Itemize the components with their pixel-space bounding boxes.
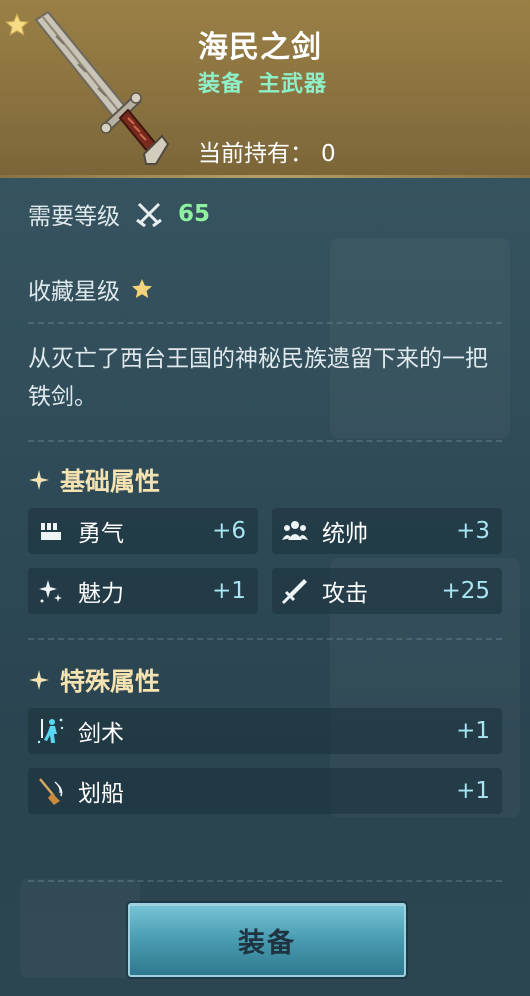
favorite-star-icon[interactable] xyxy=(4,12,30,38)
skill-name: 划船 xyxy=(78,781,124,807)
skill-value: +1 xyxy=(456,718,490,744)
attribute-name: 统帅 xyxy=(322,521,368,547)
held-count: 当前持有： 0 xyxy=(198,134,336,168)
charm-icon xyxy=(39,580,62,603)
divider xyxy=(28,880,502,882)
attribute-row-leadership: 统帅 +3 xyxy=(272,508,502,554)
item-category: 装备 xyxy=(198,72,245,97)
required-level-value: 65 xyxy=(178,201,211,227)
attribute-value: +6 xyxy=(212,518,246,544)
attribute-value: +3 xyxy=(456,518,490,544)
special-attributes-label: 特殊属性 xyxy=(60,667,161,696)
attribute-name: 勇气 xyxy=(78,521,124,547)
attribute-row-courage: 勇气 +6 xyxy=(28,508,258,554)
skill-value: +1 xyxy=(456,778,490,804)
basic-attributes-title: 基础属性 xyxy=(28,462,160,498)
attribute-name: 魅力 xyxy=(78,581,124,607)
item-header: 海民之剑 装备 主武器 当前持有： 0 xyxy=(0,0,530,178)
basic-attributes-label: 基础属性 xyxy=(60,467,161,496)
divider xyxy=(28,322,502,324)
courage-icon xyxy=(41,523,61,540)
collection-stars-row: 收藏星级 xyxy=(28,272,154,306)
crossed-swords-icon xyxy=(136,202,162,228)
item-description: 从灭亡了西台王国的神秘民族遗留下来的一把铁剑。 xyxy=(28,346,488,410)
skill-row-rowing: 划船 +1 xyxy=(28,768,502,814)
rowing-oar-icon xyxy=(39,778,63,805)
attribute-value: +1 xyxy=(212,578,246,604)
required-level-label: 需要等级 xyxy=(28,204,120,230)
swordsmanship-icon xyxy=(37,718,64,744)
attribute-row-charm: 魅力 +1 xyxy=(28,568,258,614)
leadership-icon xyxy=(282,521,308,540)
item-slot: 主武器 xyxy=(258,72,328,97)
star-icon xyxy=(132,279,152,298)
held-value: 0 xyxy=(321,141,336,167)
sword-image xyxy=(34,10,170,165)
sparkle-icon xyxy=(29,670,49,690)
held-label: 当前持有： xyxy=(198,141,313,167)
attack-sword-icon xyxy=(281,579,307,605)
background-ghost xyxy=(20,878,140,978)
divider xyxy=(28,638,502,640)
skill-name: 剑术 xyxy=(78,721,124,747)
required-level-row: 需要等级 65 xyxy=(28,197,210,231)
special-attributes-title: 特殊属性 xyxy=(28,662,160,698)
attribute-value: +25 xyxy=(441,578,490,604)
attribute-name: 攻击 xyxy=(322,581,368,607)
item-name: 海民之剑 xyxy=(198,30,322,65)
item-type: 装备 主武器 xyxy=(198,66,327,98)
collection-stars-label: 收藏星级 xyxy=(28,279,120,305)
sparkle-icon xyxy=(29,470,49,490)
attribute-row-attack: 攻击 +25 xyxy=(272,568,502,614)
equip-button[interactable]: 装备 xyxy=(128,903,406,977)
divider xyxy=(28,440,502,442)
skill-row-swordsmanship: 剑术 +1 xyxy=(28,708,502,754)
